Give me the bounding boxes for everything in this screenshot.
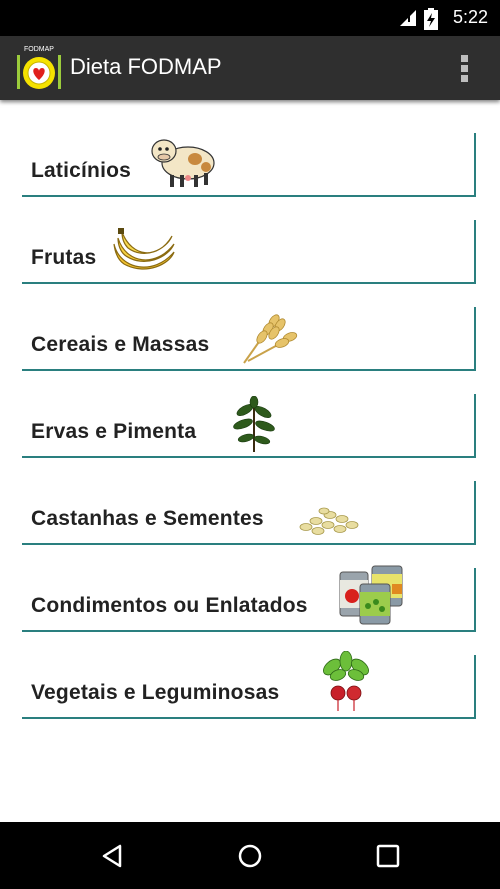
category-item-laticinios[interactable]: Laticínios	[22, 133, 476, 197]
category-item-castanhas[interactable]: Castanhas e Sementes	[22, 481, 476, 545]
logo-text: FODMAP	[24, 46, 54, 53]
banana-icon	[113, 228, 175, 270]
category-item-ervas[interactable]: Ervas e Pimenta	[22, 394, 476, 458]
category-item-vegetais[interactable]: Vegetais e Leguminosas	[22, 651, 476, 719]
category-item-condimentos[interactable]: Condimentos ou Enlatados	[22, 565, 476, 632]
app-title: Dieta FODMAP	[70, 54, 222, 79]
navigation-bar	[0, 822, 500, 889]
category-item-frutas[interactable]: Frutas	[22, 220, 476, 284]
home-button-icon[interactable]	[230, 840, 270, 872]
app-logo: FODMAP	[17, 46, 61, 89]
category-label: Condimentos ou Enlatados	[31, 594, 308, 617]
category-label: Cereais e Massas	[31, 333, 210, 356]
category-label: Vegetais e Leguminosas	[31, 681, 280, 704]
seeds-icon	[299, 507, 359, 535]
cans-icon	[339, 565, 403, 625]
battery-icon	[424, 8, 438, 30]
back-button-icon[interactable]	[92, 840, 132, 872]
app-bar: FODMAP Dieta FODMAP	[0, 36, 500, 100]
radish-icon	[323, 651, 369, 711]
recents-button-icon[interactable]	[368, 840, 408, 872]
overflow-menu-icon[interactable]	[452, 52, 476, 84]
status-time: 5:22	[452, 7, 488, 27]
cow-icon	[151, 139, 215, 187]
status-bar: 5:22	[0, 0, 500, 36]
category-item-cereais[interactable]: Cereais e Massas	[22, 307, 476, 371]
category-label: Frutas	[31, 246, 97, 269]
herb-icon	[233, 396, 275, 452]
category-label: Laticínios	[31, 159, 132, 182]
wheat-icon	[243, 314, 298, 364]
category-label: Castanhas e Sementes	[31, 507, 264, 530]
category-label: Ervas e Pimenta	[31, 420, 197, 443]
signal-icon	[400, 10, 416, 26]
